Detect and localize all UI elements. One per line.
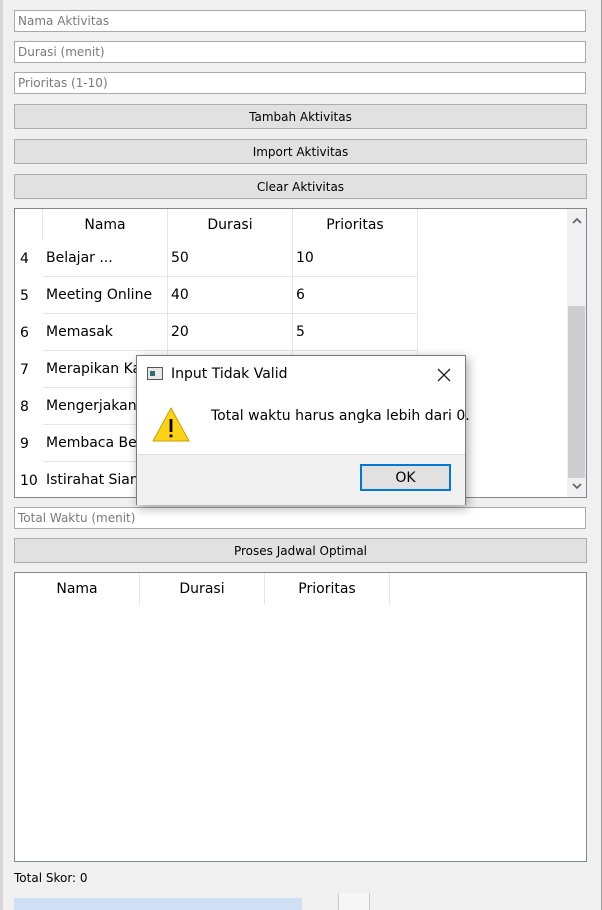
- background-element: [338, 893, 370, 910]
- row-number: 10: [15, 462, 43, 497]
- total-waktu-input[interactable]: [14, 507, 586, 529]
- dialog-title-bar[interactable]: Input Tidak Valid: [137, 356, 465, 394]
- row-number: 9: [15, 425, 43, 462]
- input-tidak-valid-dialog: Input Tidak Valid Total waktu harus angk…: [136, 355, 470, 505]
- cell-prioritas[interactable]: 6: [293, 277, 418, 314]
- warning-icon: [151, 406, 191, 444]
- table-row[interactable]: 6 Memasak 20 5: [15, 314, 418, 351]
- cell-durasi[interactable]: 20: [168, 314, 293, 351]
- header-nama[interactable]: Nama: [15, 573, 140, 605]
- app-window-icon: [147, 367, 163, 380]
- cell-prioritas[interactable]: 10: [293, 240, 418, 277]
- row-number: 7: [15, 351, 43, 388]
- cell-durasi[interactable]: 40: [168, 277, 293, 314]
- durasi-input[interactable]: [14, 41, 586, 63]
- header-prioritas[interactable]: Prioritas: [293, 209, 418, 241]
- ok-button[interactable]: OK: [360, 464, 451, 491]
- background-selection: [14, 898, 302, 910]
- row-number: 4: [15, 240, 43, 277]
- activity-table-header: Nama Durasi Prioritas: [15, 209, 418, 241]
- header-durasi[interactable]: Durasi: [168, 209, 293, 241]
- scroll-down-icon[interactable]: [567, 477, 586, 495]
- window-left-edge: [0, 0, 3, 910]
- import-aktivitas-button[interactable]: Import Aktivitas: [14, 139, 587, 164]
- header-nama[interactable]: Nama: [43, 209, 168, 241]
- cell-nama[interactable]: Meeting Online: [43, 277, 168, 314]
- total-skor-label: Total Skor: 0: [14, 871, 88, 885]
- dialog-title: Input Tidak Valid: [171, 366, 288, 382]
- row-number: 8: [15, 388, 43, 425]
- cell-durasi[interactable]: 50: [168, 240, 293, 277]
- row-number: 6: [15, 314, 43, 351]
- tambah-aktivitas-button[interactable]: Tambah Aktivitas: [14, 104, 587, 129]
- clear-aktivitas-button[interactable]: Clear Aktivitas: [14, 174, 587, 199]
- header-durasi[interactable]: Durasi: [140, 573, 265, 605]
- scrollbar-thumb[interactable]: [568, 306, 585, 478]
- header-prioritas[interactable]: Prioritas: [265, 573, 390, 605]
- nama-aktivitas-input[interactable]: [14, 10, 586, 32]
- proses-jadwal-button[interactable]: Proses Jadwal Optimal: [14, 538, 587, 563]
- prioritas-input[interactable]: [14, 72, 586, 94]
- cell-nama[interactable]: Memasak: [43, 314, 168, 351]
- cell-nama[interactable]: Belajar ...: [43, 240, 168, 277]
- result-table[interactable]: Nama Durasi Prioritas: [14, 572, 587, 862]
- table-row[interactable]: 4 Belajar ... 50 10: [15, 240, 418, 277]
- dialog-footer: OK: [137, 454, 465, 505]
- result-table-header: Nama Durasi Prioritas: [15, 573, 390, 605]
- scroll-up-icon[interactable]: [567, 211, 586, 229]
- row-number-header: [15, 209, 43, 241]
- dialog-message: Total waktu harus angka lebih dari 0.: [211, 408, 470, 424]
- close-icon[interactable]: [429, 362, 459, 388]
- cell-prioritas[interactable]: 5: [293, 314, 418, 351]
- row-number: 5: [15, 277, 43, 314]
- table-row[interactable]: 5 Meeting Online 40 6: [15, 277, 418, 314]
- vertical-scrollbar[interactable]: [567, 209, 586, 497]
